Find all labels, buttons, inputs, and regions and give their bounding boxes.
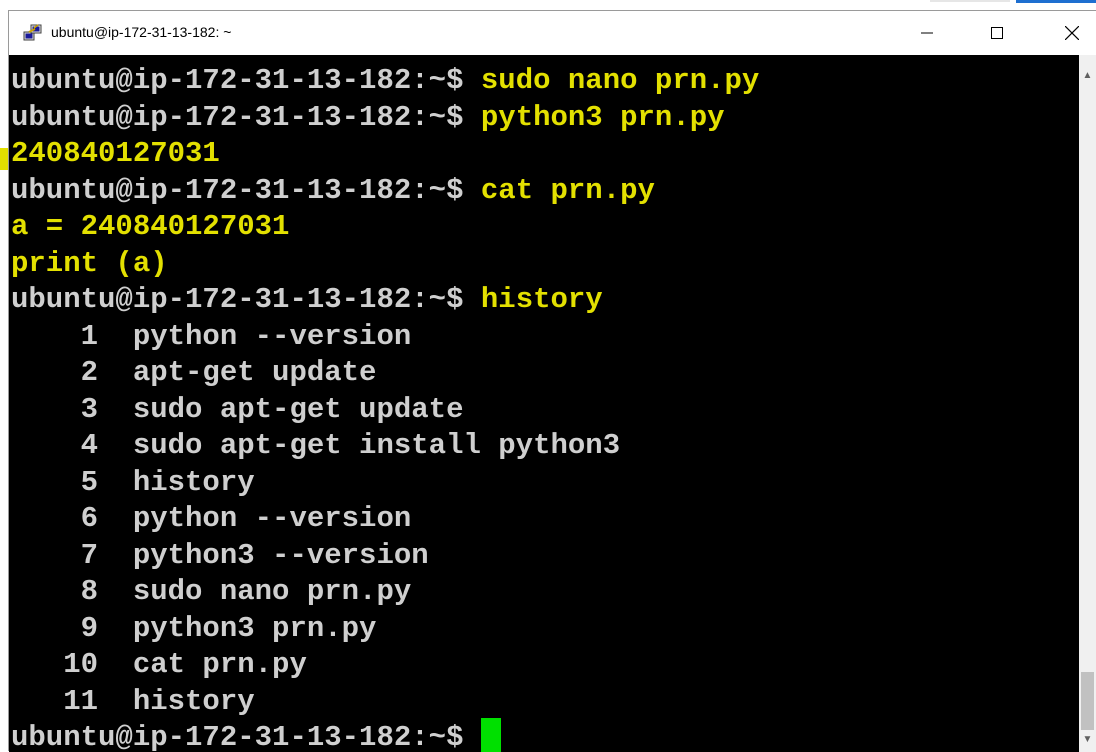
top-grey-bar <box>930 0 1010 2</box>
window-title: ubuntu@ip-172-31-13-182: ~ <box>51 24 232 40</box>
terminal-line: 5 history <box>11 465 759 502</box>
line-command: sudo nano prn.py <box>480 64 760 97</box>
line-command: history <box>480 283 603 316</box>
yellow-edge-mark <box>0 148 8 170</box>
line-prompt: ubuntu@ip-172-31-13-182:~$ <box>11 173 481 207</box>
terminal-line: 4 sudo apt-get install python3 <box>11 428 759 465</box>
scroll-down-icon[interactable]: ▼ <box>1079 731 1096 748</box>
line-prompt: 9 python3 prn.py <box>11 611 377 645</box>
close-icon <box>1065 26 1079 40</box>
terminal-line: ubuntu@ip-172-31-13-182:~$ history <box>11 282 759 319</box>
line-prompt: 2 apt-get update <box>11 356 377 389</box>
terminal-line: 9 python3 prn.py <box>11 611 759 648</box>
terminal-line: ubuntu@ip-172-31-13-182:~$ python3 prn.p… <box>11 100 759 137</box>
line-prompt: ubuntu@ip-172-31-13-182:~$ <box>11 283 481 316</box>
line-prompt: 4 sudo apt-get install python3 <box>11 429 621 462</box>
top-strip <box>0 0 1096 10</box>
scroll-thumb[interactable] <box>1081 672 1094 730</box>
line-command: 240840127031 <box>11 137 220 170</box>
terminal-line: 10 cat prn.py <box>11 647 759 684</box>
terminal-line: ubuntu@ip-172-31-13-182:~$ cat prn.py <box>11 173 759 210</box>
line-prompt: 6 python --version <box>11 502 412 535</box>
top-blue-bar <box>1016 0 1096 3</box>
putty-icon <box>23 23 43 43</box>
minimize-icon <box>921 32 933 34</box>
terminal-line: a = 240840127031 <box>11 209 759 246</box>
line-prompt: 5 history <box>11 465 255 499</box>
title-bar[interactable]: ubuntu@ip-172-31-13-182: ~ <box>9 11 1096 55</box>
scroll-up-icon[interactable]: ▲ <box>1079 67 1096 84</box>
line-prompt: ubuntu@ip-172-31-13-182:~$ <box>11 100 481 134</box>
line-command: a = 240840127031 <box>11 210 290 243</box>
line-command: cat prn.py <box>480 173 655 207</box>
terminal-line: 11 history <box>11 684 759 721</box>
line-prompt: 11 history <box>11 684 255 718</box>
vertical-scrollbar[interactable]: ▲ ▼ <box>1079 55 1096 752</box>
terminal-line: 3 sudo apt-get update <box>11 392 759 429</box>
line-command: python3 prn.py <box>480 100 725 134</box>
maximize-button[interactable] <box>974 11 1020 55</box>
close-button[interactable] <box>1049 11 1095 55</box>
minimize-button[interactable] <box>904 11 950 55</box>
line-prompt: ubuntu@ip-172-31-13-182:~$ <box>11 64 481 97</box>
line-prompt: ubuntu@ip-172-31-13-182:~$ <box>11 721 481 752</box>
terminal-line: ubuntu@ip-172-31-13-182:~$ <box>11 718 759 752</box>
maximize-icon <box>991 27 1003 39</box>
terminal-line: 240840127031 <box>11 136 759 173</box>
line-prompt: 3 sudo apt-get update <box>11 392 464 426</box>
terminal-line: 6 python --version <box>11 501 759 538</box>
terminal-line: print (a) <box>11 246 759 283</box>
terminal-output: ubuntu@ip-172-31-13-182:~$ sudo nano prn… <box>11 63 759 752</box>
line-prompt: 1 python --version <box>11 319 412 353</box>
line-prompt: 10 cat prn.py <box>11 648 307 681</box>
terminal-line: 2 apt-get update <box>11 355 759 392</box>
terminal-line: 8 sudo nano prn.py <box>11 574 759 611</box>
line-command: print (a) <box>11 246 168 280</box>
terminal-line: 1 python --version <box>11 319 759 356</box>
terminal-cursor <box>480 718 501 752</box>
line-prompt: 7 python3 --version <box>11 538 429 572</box>
line-prompt: 8 sudo nano prn.py <box>11 575 412 608</box>
terminal-line: ubuntu@ip-172-31-13-182:~$ sudo nano prn… <box>11 63 759 100</box>
terminal-area[interactable]: ubuntu@ip-172-31-13-182:~$ sudo nano prn… <box>9 55 1079 752</box>
terminal-line: 7 python3 --version <box>11 538 759 575</box>
putty-window: ubuntu@ip-172-31-13-182: ~ ubuntu@ip-172… <box>8 10 1096 752</box>
